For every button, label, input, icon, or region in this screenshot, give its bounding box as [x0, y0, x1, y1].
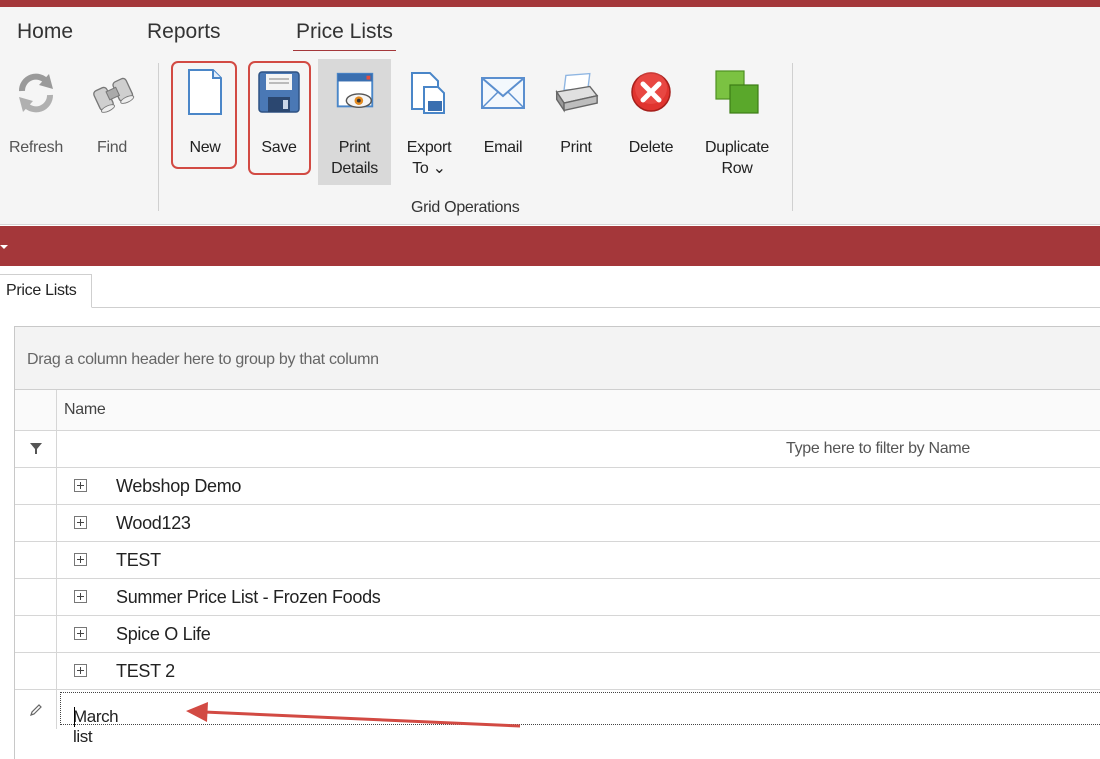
filter-icon[interactable] — [15, 431, 57, 467]
row-indicator[interactable] — [15, 579, 57, 615]
email-button[interactable]: Email — [474, 59, 532, 185]
collapsed-panel-band — [0, 226, 1100, 266]
column-header-name[interactable]: Name — [58, 390, 1100, 430]
print-details-button[interactable]: Print Details — [318, 59, 391, 185]
row-indicator[interactable] — [15, 468, 57, 504]
name-filter-input[interactable]: Type here to filter by Name — [58, 431, 1100, 467]
delete-button[interactable]: Delete — [620, 59, 682, 185]
new-label: New — [189, 139, 221, 156]
menu-tabs: Home Reports Price Lists — [0, 7, 1100, 53]
print-button[interactable]: Print — [548, 59, 604, 185]
expand-row-icon[interactable] — [74, 664, 87, 677]
new-row-name-input[interactable]: March list — [60, 692, 1100, 746]
group-panel-hint: Drag a column header here to group by th… — [27, 351, 379, 368]
printer-icon — [553, 69, 599, 115]
filter-row: Type here to filter by Name — [15, 431, 1100, 468]
expand-row-icon[interactable] — [74, 627, 87, 640]
print-preview-icon — [332, 69, 378, 115]
new-item-row[interactable]: March list — [15, 690, 1100, 746]
duplicate-row-label: Duplicate Row — [704, 139, 769, 177]
collapse-caret-icon[interactable] — [0, 245, 8, 249]
row-indicator[interactable] — [15, 505, 57, 541]
text-caret — [74, 707, 75, 727]
ribbon-separator — [158, 63, 159, 211]
delete-icon — [628, 69, 674, 115]
edit-pencil-icon — [15, 690, 57, 729]
row-name: TEST 2 — [116, 661, 175, 681]
tab-price-lists-document[interactable]: Price Lists — [0, 274, 92, 308]
export-icon — [406, 69, 452, 115]
tab-price-lists[interactable]: Price Lists — [293, 20, 396, 53]
new-document-icon — [182, 69, 228, 115]
table-row[interactable]: Spice O Life — [15, 616, 1100, 653]
refresh-button[interactable]: Refresh — [0, 59, 72, 185]
email-label: Email — [483, 139, 523, 156]
table-row[interactable]: Summer Price List - Frozen Foods — [15, 579, 1100, 616]
expand-row-icon[interactable] — [74, 590, 87, 603]
tab-price-lists-label: Price Lists — [296, 20, 393, 43]
row-name: Wood123 — [116, 513, 191, 533]
expand-row-icon[interactable] — [74, 516, 87, 529]
refresh-icon — [13, 69, 59, 115]
row-indicator[interactable] — [15, 616, 57, 652]
row-name: Webshop Demo — [116, 476, 242, 496]
expand-row-icon[interactable] — [74, 479, 87, 492]
row-name: TEST — [116, 550, 161, 570]
save-button[interactable]: Save — [249, 59, 309, 185]
grid-operations-group-label: Grid Operations — [411, 199, 520, 216]
print-label: Print — [560, 139, 592, 156]
table-row[interactable]: TEST — [15, 542, 1100, 579]
floppy-disk-icon — [256, 69, 302, 115]
header-indicator-cell — [15, 390, 57, 430]
save-label: Save — [261, 139, 297, 156]
column-header-name-label: Name — [64, 401, 106, 418]
column-header-row: Name — [15, 390, 1100, 431]
ribbon-separator-end — [792, 63, 793, 211]
row-indicator[interactable] — [15, 542, 57, 578]
refresh-label: Refresh — [9, 139, 63, 156]
find-label: Find — [97, 139, 127, 156]
table-row[interactable]: Webshop Demo — [15, 468, 1100, 505]
row-name: Summer Price List - Frozen Foods — [116, 587, 381, 607]
duplicate-row-button[interactable]: Duplicate Row — [694, 59, 780, 185]
table-row[interactable]: Wood123 — [15, 505, 1100, 542]
find-button[interactable]: Find — [80, 59, 144, 185]
filter-placeholder: Type here to filter by Name — [786, 440, 970, 457]
table-row[interactable]: TEST 2 — [15, 653, 1100, 690]
new-button[interactable]: New — [174, 59, 236, 185]
title-strip — [0, 0, 1100, 7]
row-indicator[interactable] — [15, 653, 57, 689]
tab-reports[interactable]: Reports — [147, 20, 221, 44]
row-name: Spice O Life — [116, 624, 211, 644]
app-window: Home Reports Price Lists Refresh Find Ne… — [0, 0, 1100, 759]
price-lists-grid: Drag a column header here to group by th… — [14, 326, 1100, 759]
document-tabs: Price Lists — [0, 266, 1100, 308]
export-to-button[interactable]: Export To ⌄ — [398, 59, 460, 185]
export-to-label: Export To ⌄ — [406, 139, 452, 177]
ribbon: Refresh Find New Save Print Details Expo… — [0, 51, 1100, 225]
binoculars-icon — [89, 69, 135, 115]
envelope-icon — [480, 69, 526, 115]
group-by-panel[interactable]: Drag a column header here to group by th… — [15, 327, 1100, 390]
delete-label: Delete — [628, 139, 674, 156]
tab-home[interactable]: Home — [17, 20, 73, 44]
print-details-label: Print Details — [331, 139, 378, 177]
expand-row-icon[interactable] — [74, 553, 87, 566]
duplicate-icon — [714, 69, 760, 115]
